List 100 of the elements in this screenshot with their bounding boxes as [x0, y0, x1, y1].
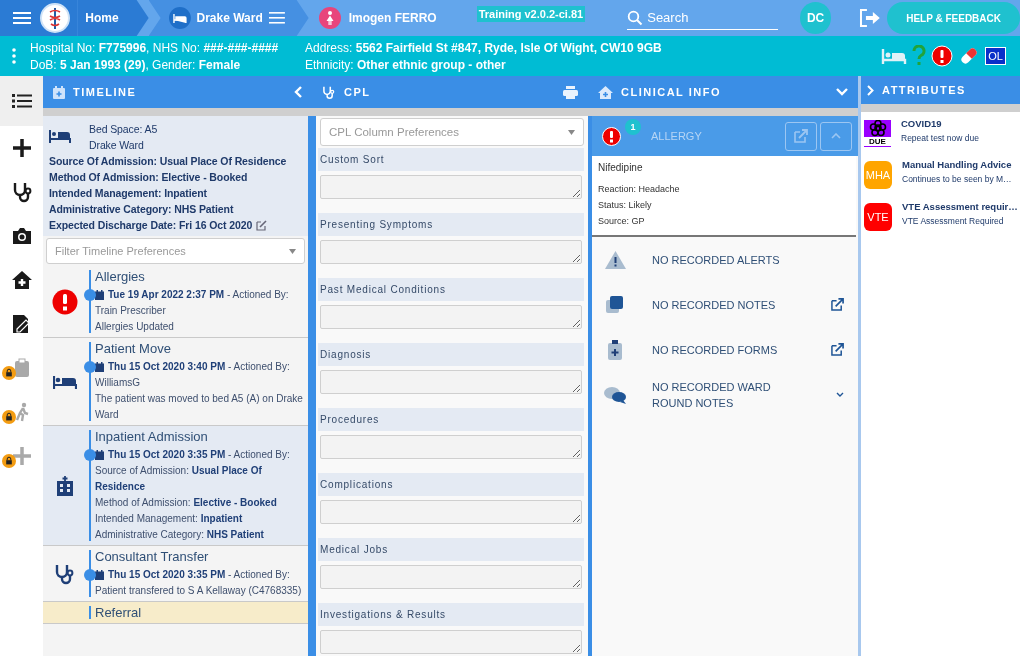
list-nav-button[interactable] [0, 76, 43, 126]
attribute-description: VTE Assessment Required [902, 216, 1005, 226]
menu-button[interactable] [0, 0, 40, 36]
patient-detail: Hospital No: F775996, NHS No: ###-###-#### [30, 40, 280, 55]
open-external-icon[interactable] [831, 298, 844, 311]
timeline-dot [84, 449, 96, 461]
entry-detail: Source of Admission: Usual Place Of Residence [95, 464, 263, 494]
empty-state-text: NO RECORDED FORMS [651, 342, 779, 358]
entry-timestamp: Thu 15 Oct 2020 3:35 PM - Actioned By: [108, 568, 290, 582]
entry-detail: Method of Admission: Elective - Booked [95, 496, 278, 510]
entry-detail: Administrative Category: NHS Patient [95, 528, 265, 542]
alert-icon [52, 288, 78, 315]
alert-icon[interactable] [931, 45, 954, 67]
menu-icon [12, 11, 31, 25]
notes-icon [606, 295, 624, 314]
admission-detail: Expected Discharge Date: Fri 16 Oct 2020 [49, 218, 253, 233]
panel-title: CPL [344, 86, 371, 98]
timeline-entry-title[interactable]: Allergies [95, 268, 289, 285]
clipboard-icon [608, 339, 622, 360]
patient-detail: Address: 5562 Fairfield St #847, Ryde, Isle Of Wight, CW10 9GB [305, 40, 663, 55]
patient-detail: DoB: 5 Jan 1993 (29), Gender: Female [30, 57, 242, 72]
calendar-icon [95, 570, 104, 580]
count-badge: 1 [625, 119, 641, 135]
section-label: Past Medical Conditions [318, 278, 584, 301]
entry-detail: Intended Management: Inpatient [95, 512, 244, 526]
list-icon [11, 93, 32, 109]
empty-state-text: NO RECORDED ALERTS [651, 252, 781, 268]
initials-badge[interactable]: OL [985, 47, 1006, 65]
stethoscope-icon [11, 181, 32, 203]
entry-timestamp: Thu 15 Oct 2020 3:40 PM - Actioned By: [108, 360, 290, 374]
attribute-badge: MHA [864, 161, 892, 189]
admission-detail: Administrative Category: NHS Patient [49, 202, 234, 217]
allergy-detail: Source: GP [598, 215, 646, 228]
house-plus-icon [10, 270, 33, 290]
timeline-entry-title[interactable]: Patient Move [95, 340, 304, 357]
allergy-detail: Status: Likely [598, 199, 653, 212]
bed-icon [49, 129, 71, 143]
panel-title: CLINICAL INFO [621, 86, 721, 98]
calendar-icon [95, 290, 104, 300]
section-label: Investigations & Results [318, 603, 584, 626]
bed-icon[interactable] [881, 47, 908, 65]
search-field[interactable]: Search [647, 10, 768, 25]
house-icon [598, 85, 613, 99]
entry-detail: Train Prescriber [95, 304, 167, 318]
female-icon [318, 7, 341, 29]
logout-icon[interactable] [859, 9, 882, 27]
camera-icon [11, 227, 32, 245]
attribute-title[interactable]: VTE Assessment requir… [902, 201, 1018, 212]
admission-detail: Method Of Admission: Elective - Booked [49, 170, 248, 185]
chevron-down-icon[interactable] [836, 392, 844, 397]
attribute-badge: VTE [864, 203, 892, 231]
home-breadcrumb[interactable]: Home [77, 0, 149, 36]
stethoscope-icon [322, 84, 336, 100]
caduceus-logo-icon [39, 3, 70, 33]
open-external-icon[interactable] [831, 343, 844, 356]
entry-detail: WilliamsG [95, 376, 141, 390]
entry-timestamp: Thu 15 Oct 2020 3:35 PM - Actioned By: [108, 448, 290, 462]
due-label: DUE [864, 137, 891, 146]
menu-icon[interactable] [268, 12, 285, 24]
entry-timestamp: Tue 19 Apr 2022 2:37 PM - Actioned By: [108, 288, 289, 302]
allergy-label: ALLERGY [651, 130, 702, 142]
section-label: Presenting Symptoms [318, 213, 584, 236]
calendar-icon [53, 85, 65, 99]
section-label: Procedures [318, 408, 584, 431]
timeline-dot [84, 569, 96, 581]
entry-detail: Patient transfered to S A Kellaway (C4768335) [95, 584, 302, 598]
document-pen-icon [11, 314, 32, 334]
admission-detail: Intended Management: Inpatient [49, 186, 207, 201]
timeline-entry-title[interactable]: Inpatient Admission [95, 428, 304, 445]
calendar-icon [95, 362, 104, 372]
print-icon[interactable] [563, 85, 578, 99]
panel-title: ATTRIBUTES [882, 84, 966, 96]
search-icon[interactable] [627, 9, 644, 26]
chevron-right-icon[interactable] [867, 84, 874, 96]
attribute-description: Repeat test now due [901, 133, 979, 143]
patient-detail: Ethnicity: Other ethnic group - other [305, 57, 507, 72]
plus-icon [11, 446, 32, 466]
warning-icon [604, 250, 626, 269]
edit-icon[interactable] [256, 219, 268, 231]
section-label: Custom Sort [318, 148, 584, 171]
entry-detail: Allergies Updated [95, 320, 175, 334]
timeline-entry-title[interactable]: Consultant Transfer [95, 548, 302, 565]
timeline-dot [84, 289, 96, 301]
attribute-title[interactable]: Manual Handling Advice [902, 159, 1012, 170]
chevron-up-icon [831, 133, 841, 139]
ward-text: Drake Ward [89, 138, 145, 153]
timeline-dot [84, 361, 96, 373]
more-options-icon[interactable] [12, 48, 16, 64]
bed-space-text: Bed Space: A5 [89, 122, 158, 137]
entry-detail: The patient was moved to bed A5 (A) on Drake Ward [95, 392, 304, 422]
timeline-entry-title[interactable]: Referral [95, 604, 142, 621]
allergy-detail: Reaction: Headache [598, 183, 681, 196]
bed-icon [168, 7, 191, 29]
section-label: Diagnosis [318, 343, 584, 366]
allergen-name: Nifedipine [598, 162, 644, 173]
chevron-left-icon[interactable] [294, 86, 302, 98]
timeline-connector-line [89, 606, 91, 619]
attribute-title[interactable]: COVID19 [901, 118, 979, 129]
section-label: Complications [318, 473, 584, 496]
open-external-icon [794, 129, 808, 143]
